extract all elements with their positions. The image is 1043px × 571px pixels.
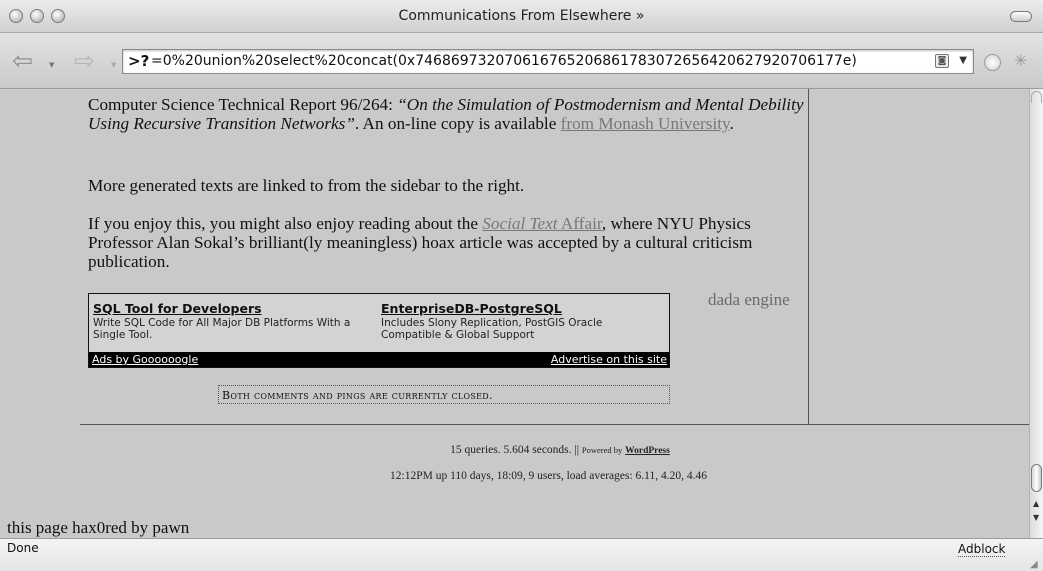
ad-title-sql-tool[interactable]: SQL Tool for Developers (93, 301, 363, 316)
affair-link-text: Affair (557, 214, 602, 233)
scrollbar-track-cap (1031, 91, 1042, 103)
resize-grip-icon[interactable]: ◢ (1030, 559, 1038, 570)
article-paragraph-report: Computer Science Technical Report 96/264… (88, 95, 808, 133)
sidebar-divider (808, 89, 809, 424)
back-history-dropdown[interactable]: ▼ (49, 61, 54, 69)
forward-button[interactable]: ⇨ (74, 46, 95, 75)
back-button[interactable]: ⇦ (12, 46, 33, 75)
report-lead-text: Computer Science Technical Report 96/264… (88, 95, 398, 114)
google-ads-box: SQL Tool for Developers Write SQL Code f… (88, 293, 670, 368)
footer-stats: 15 queries. 5.604 seconds. || Powered by… (0, 444, 1029, 456)
comments-closed-notice: Both comments and pings are currently cl… (218, 385, 670, 404)
page-content: Computer Science Technical Report 96/264… (0, 89, 1029, 538)
sokal-lead-text: If you enjoy this, you might also enjoy … (88, 214, 483, 233)
injected-text: this page hax0red by pawn (7, 518, 190, 537)
report-end-text: . (729, 114, 734, 133)
ad-desc-sql-tool: Write SQL Code for All Major DB Platform… (93, 317, 351, 341)
wordpress-link[interactable]: WordPress (625, 446, 670, 456)
go-button[interactable] (984, 54, 1001, 71)
status-bar: Done Adblock ◢ (0, 538, 1043, 571)
ads-by-google-link[interactable]: Ads by Goooooogle (92, 353, 198, 366)
status-text: Done (7, 541, 39, 555)
social-text-link-italic: Social Text (482, 214, 558, 233)
rss-feed-icon[interactable]: ◙ (935, 54, 949, 68)
footer-divider (80, 424, 1029, 425)
report-mid-text: . An on-line copy is available (354, 114, 561, 133)
ad-sql-tool[interactable]: SQL Tool for Developers Write SQL Code f… (93, 301, 363, 341)
address-bar[interactable]: >? =0%20union%20select%20concat(0x746869… (122, 49, 974, 74)
window-title: Communications From Elsewhere » (398, 8, 645, 24)
ads-footer-bar: Ads by Goooooogle Advertise on this site (89, 352, 669, 367)
window-titlebar: Communications From Elsewhere » (0, 0, 1043, 33)
article-paragraph-generated: More generated texts are linked to from … (88, 176, 525, 195)
toolbar-toggle-button[interactable] (1010, 11, 1032, 22)
browser-toolbar: ⇦ ▼ ⇨ ▼ >? =0%20union%20select%20concat(… (0, 33, 1043, 89)
ad-title-enterprisedb[interactable]: EnterpriseDB-PostgreSQL (381, 301, 651, 316)
scrollbar-thumb[interactable] (1031, 464, 1042, 492)
loading-spinner-icon: ✳ (1014, 51, 1028, 70)
url-text[interactable]: =0%20union%20select%20concat(0x746869732… (151, 53, 921, 69)
article-paragraph-sokal: If you enjoy this, you might also enjoy … (88, 214, 808, 271)
monash-link[interactable]: from Monash University (561, 114, 730, 133)
ad-desc-enterprisedb: Includes Slony Replication, PostGIS Orac… (381, 317, 603, 341)
scroll-down-arrow-icon[interactable]: ▼ (1033, 513, 1039, 522)
query-stats: 15 queries. 5.604 seconds. || (450, 444, 580, 456)
site-favicon-icon: >? (128, 52, 150, 70)
sidebar-dada-engine: dada engine (708, 290, 790, 309)
scroll-up-arrow-icon[interactable]: ▲ (1033, 499, 1039, 508)
ad-enterprisedb[interactable]: EnterpriseDB-PostgreSQL Includes Slony R… (381, 301, 651, 341)
url-history-dropdown[interactable]: ▼ (959, 55, 967, 66)
forward-arrow-icon: ⇨ (74, 46, 95, 75)
back-arrow-icon: ⇦ (12, 46, 33, 75)
social-text-affair-link[interactable]: Social Text Affair (482, 214, 602, 233)
vertical-scrollbar[interactable]: ▲ ▼ (1029, 89, 1043, 538)
advertise-link[interactable]: Advertise on this site (551, 353, 667, 366)
footer-uptime: 12:12PM up 110 days, 18:09, 9 users, loa… (390, 470, 707, 482)
adblock-button[interactable]: Adblock (958, 542, 1006, 557)
powered-by-label: Powered by (581, 445, 623, 455)
forward-history-dropdown[interactable]: ▼ (111, 61, 116, 69)
